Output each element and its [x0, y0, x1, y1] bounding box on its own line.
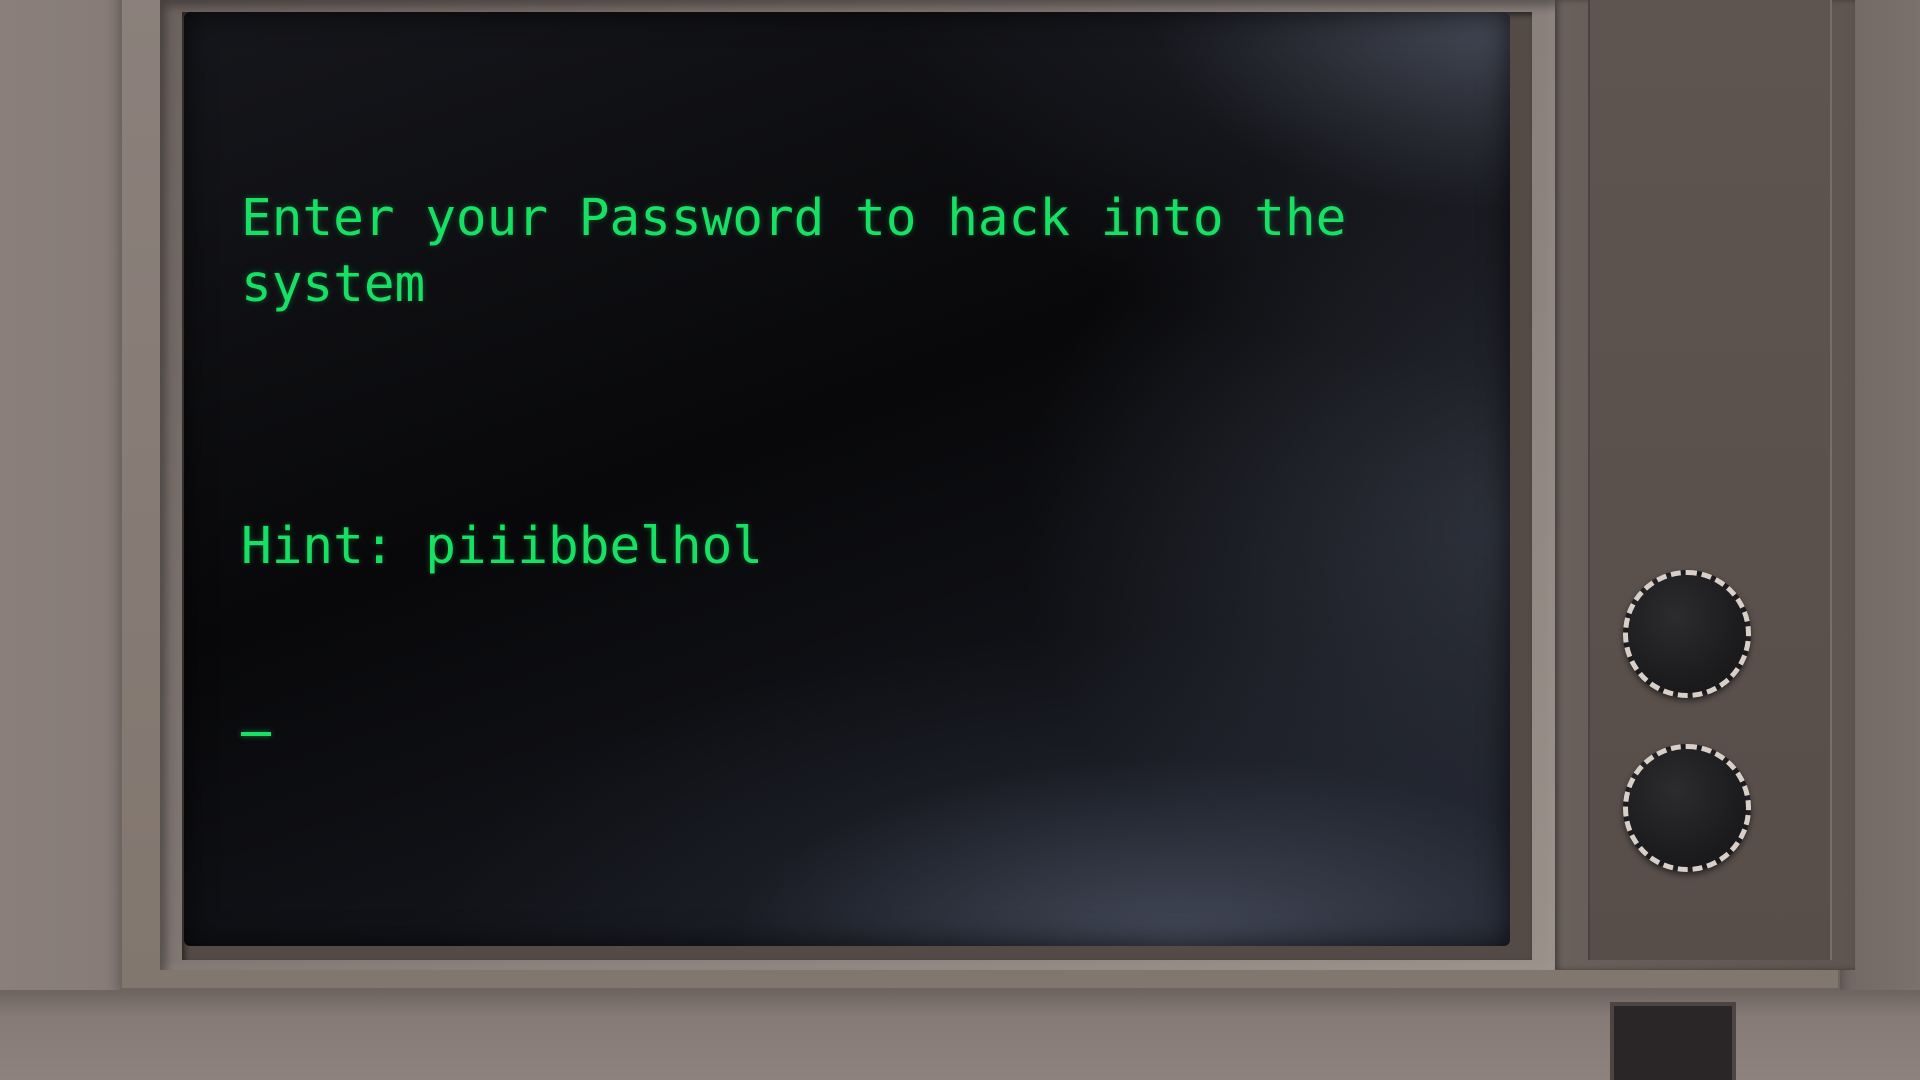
password-hint: Hint: piiibbelhol: [241, 517, 763, 576]
crt-screen[interactable]: Enter your Password to hack into the sys…: [184, 12, 1510, 946]
password-prompt: Enter your Password to hack into the sys…: [241, 189, 1378, 314]
terminal-output: Enter your Password to hack into the sys…: [241, 54, 1421, 868]
monitor-knob-upper[interactable]: [1623, 570, 1751, 698]
input-cursor[interactable]: [241, 732, 271, 736]
disk-slot: [1610, 1002, 1736, 1080]
game-scene: Enter your Password to hack into the sys…: [0, 0, 1920, 1080]
monitor-knob-lower[interactable]: [1623, 744, 1751, 872]
